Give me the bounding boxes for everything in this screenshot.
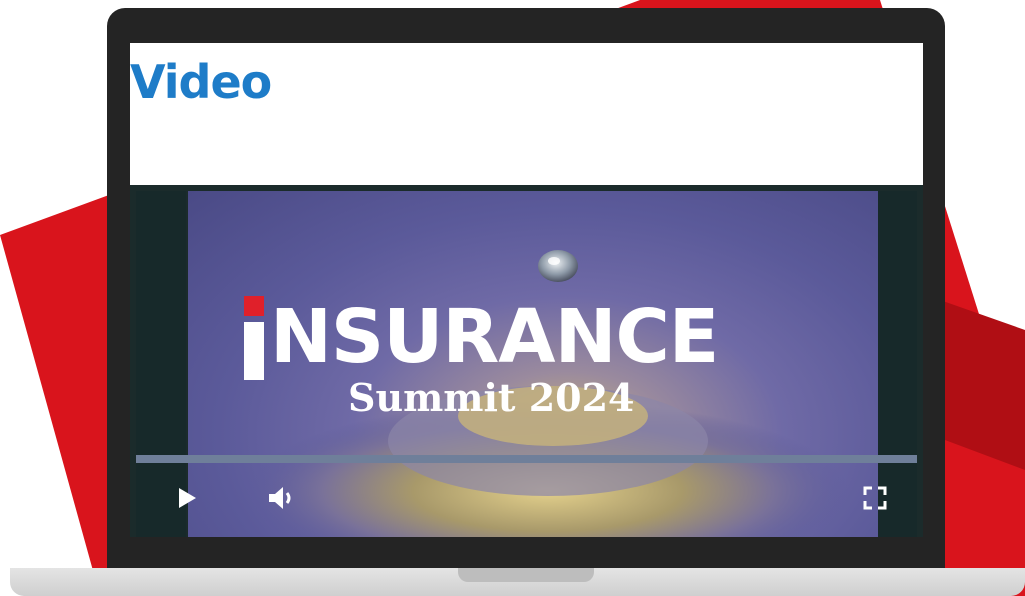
laptop-notch [458,568,594,582]
stage: Video NSURANCE Summit 2024 [0,0,1025,596]
fullscreen-button[interactable] [858,481,892,515]
logo-i-bar [244,322,264,380]
play-icon [179,488,196,508]
event-logo: NSURANCE [240,296,878,386]
play-button[interactable] [170,481,204,515]
logo-word: NSURANCE [270,294,719,380]
volume-button[interactable] [266,481,300,515]
video-player[interactable]: NSURANCE Summit 2024 [130,185,923,537]
logo-red-square [244,296,264,316]
fullscreen-icon [863,486,887,510]
event-subtitle: Summit 2024 [348,375,635,420]
page-title: Video [130,55,272,109]
volume-icon [269,487,291,509]
player-controls [136,455,917,537]
laptop-screen: Video NSURANCE Summit 2024 [130,43,923,537]
progress-bar[interactable] [136,455,917,463]
